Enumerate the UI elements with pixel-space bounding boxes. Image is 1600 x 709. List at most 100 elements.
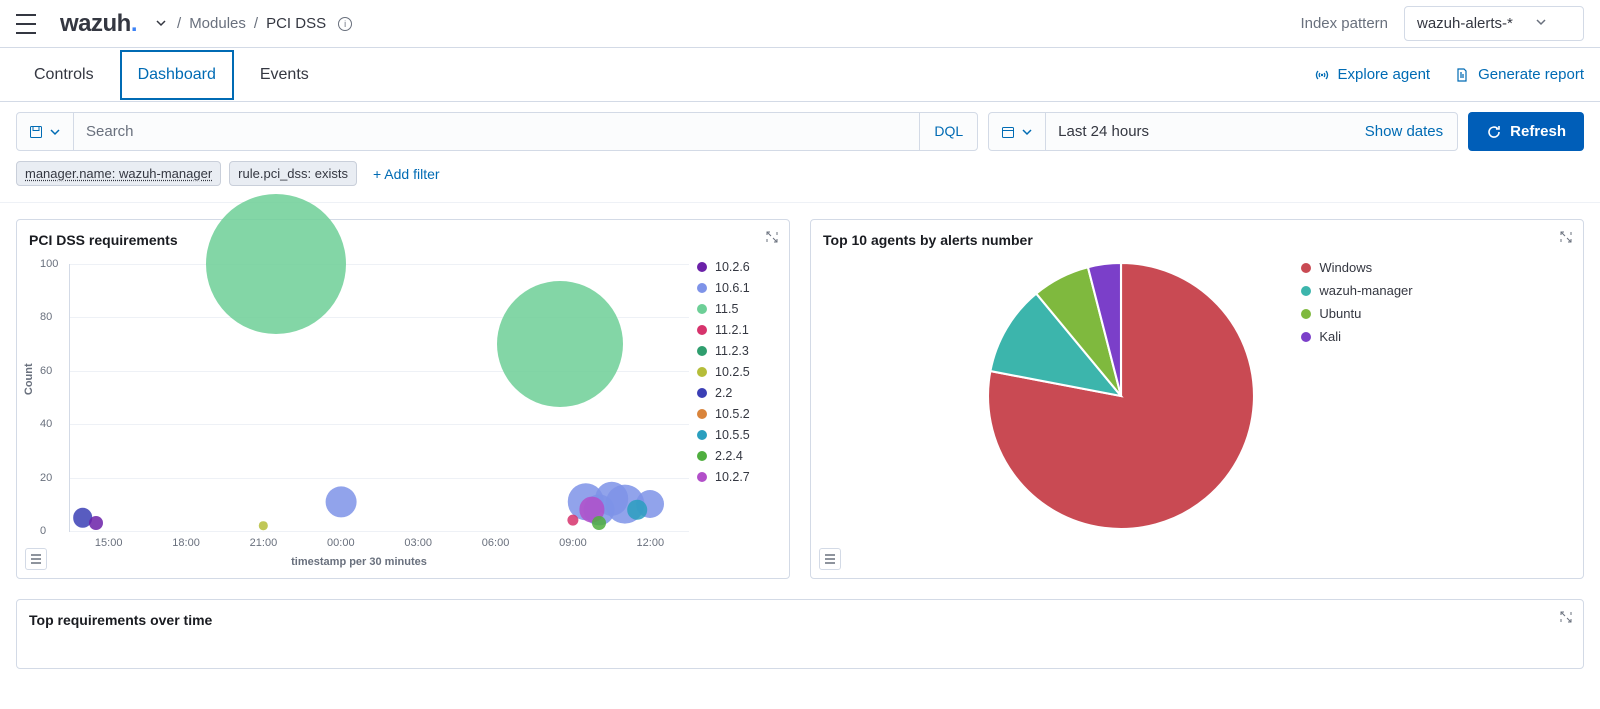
x-tick: 15:00 [95, 537, 123, 549]
search-box: Search DQL [16, 112, 978, 151]
bubble-point[interactable] [592, 516, 606, 530]
breadcrumb-current[interactable]: PCI DSS [266, 15, 326, 32]
query-row: Search DQL Last 24 hours Show dates Refr… [0, 102, 1600, 151]
wazuh-logo[interactable]: wazuh. [60, 10, 137, 38]
legend-item[interactable]: 10.5.2 [697, 407, 777, 421]
chevron-down-icon [1535, 15, 1547, 32]
filter-pill[interactable]: manager.name: wazuh-manager [16, 161, 221, 186]
x-tick: 21:00 [250, 537, 278, 549]
legend-label: 10.6.1 [715, 281, 750, 295]
bubble-legend: 10.2.6 10.6.1 11.5 11.2.1 11.2.3 10.2.5 2.2 10.… [697, 256, 777, 566]
explore-agent-button[interactable]: Explore agent [1314, 66, 1431, 83]
y-tick: 40 [40, 418, 52, 430]
bubble-plot[interactable]: Count 02040608010015:0018:0021:0000:0003… [29, 256, 689, 566]
x-tick: 00:00 [327, 537, 355, 549]
legend-toggle-button[interactable] [25, 548, 47, 570]
chevron-down-icon[interactable] [155, 16, 167, 32]
panel-top-agents: Top 10 agents by alerts number Windowswa… [810, 219, 1584, 579]
calendar-icon [1001, 125, 1015, 139]
generate-report-button[interactable]: Generate report [1454, 66, 1584, 83]
legend-item[interactable]: 10.5.5 [697, 428, 777, 442]
menu-toggle-button[interactable] [16, 14, 36, 34]
legend-item[interactable]: 11.2.3 [697, 344, 777, 358]
bubble-point[interactable] [206, 194, 346, 334]
top-bar: wazuh. / Modules / PCI DSS i Index patte… [0, 0, 1600, 48]
bubble-point[interactable] [628, 500, 648, 520]
legend-dot-icon [697, 430, 707, 440]
pie-legend: Windows wazuh-manager Ubuntu Kali [1301, 256, 1412, 344]
legend-item[interactable]: wazuh-manager [1301, 283, 1412, 298]
legend-item[interactable]: 2.2.4 [697, 449, 777, 463]
tab-events[interactable]: Events [242, 50, 327, 100]
add-filter-button[interactable]: + Add filter [373, 166, 440, 182]
expand-panel-button[interactable] [1559, 230, 1573, 247]
legend-dot-icon [697, 304, 707, 314]
breadcrumb: / Modules / PCI DSS i [177, 15, 352, 32]
bubble-point[interactable] [567, 515, 578, 526]
legend-item[interactable]: 10.2.6 [697, 260, 777, 274]
legend-dot-icon [697, 451, 707, 461]
bubble-point[interactable] [497, 281, 623, 407]
legend-label: 2.2 [715, 386, 732, 400]
x-tick: 06:00 [482, 537, 510, 549]
legend-item[interactable]: 10.6.1 [697, 281, 777, 295]
search-input[interactable]: Search [74, 113, 919, 150]
bubble-point[interactable] [259, 521, 267, 529]
bubble-point[interactable] [89, 516, 103, 530]
legend-label: 10.2.6 [715, 260, 750, 274]
show-dates-button[interactable]: Show dates [1351, 113, 1457, 150]
index-pattern-value: wazuh-alerts-* [1417, 15, 1513, 32]
legend-item[interactable]: 11.2.1 [697, 323, 777, 337]
legend-label: 10.2.7 [715, 470, 750, 484]
pie-svg[interactable] [981, 256, 1261, 536]
x-axis-label: timestamp per 30 minutes [291, 556, 427, 568]
legend-label: wazuh-manager [1319, 283, 1412, 298]
info-icon[interactable]: i [338, 17, 352, 31]
document-icon [1454, 67, 1470, 83]
legend-item[interactable]: 10.2.7 [697, 470, 777, 484]
tab-dashboard[interactable]: Dashboard [120, 50, 234, 100]
panel-top-requirements: Top requirements over time [16, 599, 1584, 669]
legend-dot-icon [697, 283, 707, 293]
panel-title: PCI DSS requirements [29, 232, 777, 248]
legend-dot-icon [697, 262, 707, 272]
y-tick: 100 [40, 258, 58, 270]
index-pattern-select[interactable]: wazuh-alerts-* [1404, 6, 1584, 41]
breadcrumb-modules[interactable]: Modules [189, 15, 246, 32]
dashboard-panels: PCI DSS requirements Count 0204060801001… [0, 203, 1600, 685]
query-lang-button[interactable]: DQL [919, 113, 977, 150]
y-axis-label: Count [23, 363, 35, 395]
legend-label: 11.2.3 [715, 344, 749, 358]
bubble-chart: Count 02040608010015:0018:0021:0000:0003… [29, 256, 777, 566]
legend-dot-icon [1301, 309, 1311, 319]
legend-label: 11.2.1 [715, 323, 749, 337]
date-picker: Last 24 hours Show dates [988, 112, 1458, 151]
disk-icon [29, 125, 43, 139]
tab-controls[interactable]: Controls [16, 50, 112, 100]
bubble-point[interactable] [325, 486, 356, 517]
filter-pill[interactable]: rule.pci_dss: exists [229, 161, 357, 186]
saved-query-button[interactable] [17, 113, 74, 150]
refresh-button[interactable]: Refresh [1468, 112, 1584, 151]
date-quick-button[interactable] [989, 113, 1046, 150]
legend-label: Windows [1319, 260, 1372, 275]
date-range-text[interactable]: Last 24 hours [1046, 113, 1351, 150]
legend-item[interactable]: Ubuntu [1301, 306, 1412, 321]
legend-dot-icon [1301, 263, 1311, 273]
legend-item[interactable]: 11.5 [697, 302, 777, 316]
legend-item[interactable]: 2.2 [697, 386, 777, 400]
index-pattern-label: Index pattern [1300, 15, 1388, 32]
legend-dot-icon [697, 325, 707, 335]
y-tick: 80 [40, 311, 52, 323]
expand-panel-button[interactable] [1559, 610, 1573, 627]
expand-panel-button[interactable] [765, 230, 779, 247]
legend-item[interactable]: Kali [1301, 329, 1412, 344]
legend-dot-icon [697, 409, 707, 419]
chevron-down-icon [1021, 126, 1033, 138]
legend-item[interactable]: 10.2.5 [697, 365, 777, 379]
legend-item[interactable]: Windows [1301, 260, 1412, 275]
legend-toggle-button[interactable] [819, 548, 841, 570]
x-tick: 12:00 [637, 537, 665, 549]
y-tick: 20 [40, 472, 52, 484]
y-tick: 0 [40, 525, 46, 537]
